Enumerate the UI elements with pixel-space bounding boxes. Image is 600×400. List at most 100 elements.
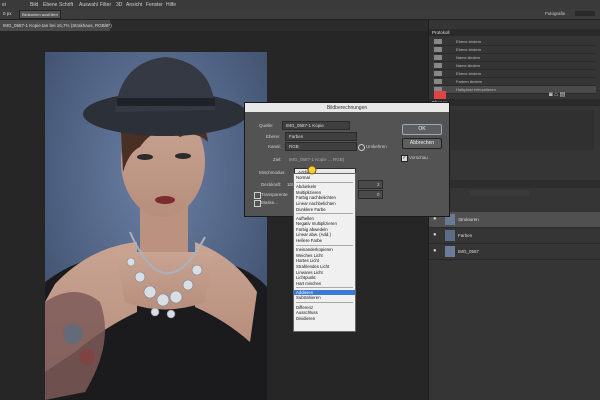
blend-mode-option[interactable]: Hartes Licht [294,258,355,263]
dialog-title: Bildberechnungen [326,105,368,111]
history-thumb [434,39,442,44]
channel-select[interactable]: RGB [285,142,357,151]
blend-mode-option[interactable]: Lineares Licht [294,270,355,275]
document-tab[interactable]: IMG_0587-1 Kopie.tan bei 16,7% (Strakhau… [0,20,112,31]
eye-icon[interactable]: ● [433,232,437,238]
cancel-button[interactable]: Abbrechen [402,138,442,149]
history-thumb [434,79,442,84]
menu-item[interactable]: ei [2,2,6,8]
blend-mode-option[interactable]: Differenz [294,305,355,310]
layer-filter-field[interactable] [469,190,529,196]
scale-field[interactable]: 2 [358,180,383,189]
fill-edges-button[interactable]: Bildkanten ausfüllen [19,10,61,19]
blend-mode-dropdown: Normal Abdunkeln Multiplizieren Farbig nach… [293,173,356,332]
menu-divider [296,181,353,183]
preview-label: Vorschau [409,155,428,160]
blend-mode-option[interactable]: Farbig abwedeln [294,227,355,232]
menu-item[interactable]: Schrift [59,2,73,8]
mask-label: Maske... [261,200,279,205]
blend-mode-option[interactable]: Negativ multiplizieren [294,221,355,226]
menu-divider [296,287,353,289]
invert-checkbox[interactable] [358,144,365,151]
blend-mode-option[interactable]: Aufhellen [294,216,355,221]
source-select[interactable]: IMG_0587-1 Kopie [282,121,350,130]
layers-empty-region [434,110,594,150]
menu-item[interactable]: Auswahl [79,2,98,8]
options-bar: 0 px Bildkanten ausfüllen Fotografie [0,9,600,20]
layer-select[interactable]: Farben [285,132,357,141]
blend-mode-option[interactable]: Hellere Farbe [294,238,355,243]
search-field[interactable] [575,11,595,16]
ok-button[interactable]: OK [402,124,442,135]
menu-item[interactable]: Ebene [43,2,57,8]
transparency-checkbox[interactable] [254,192,261,199]
transparency-label: Transparente [261,192,288,197]
history-item[interactable]: Ebene ändern [434,46,596,54]
invert-label: Umkehren [366,144,387,149]
camera-icon[interactable]: ◙ ⌂ ▤ [549,91,565,98]
menu-item[interactable]: Hilfe [166,2,176,8]
history-item[interactable]: Name ändern [434,54,596,62]
opacity-label: Deckkraft: [261,182,282,187]
layer-thumb [445,230,455,241]
menu-bar: ei Bild Ebene Schrift Auswahl Filter 3D … [0,0,600,9]
menu-divider [296,244,353,246]
portrait-photo [45,52,267,400]
blend-mode-option[interactable]: Dividieren [294,316,355,321]
menu-item[interactable]: Filter [100,2,111,8]
blend-mode-option[interactable]: Linear abw. (Add.) [294,232,355,237]
menu-item[interactable]: Fenster [146,2,163,8]
eye-icon[interactable]: ● [433,248,437,254]
history-item[interactable]: Name ändern [434,62,596,70]
blend-mode-option[interactable]: Strahlendes Licht [294,264,355,269]
layers-panel-header[interactable]: Ebenen [429,99,600,106]
history-thumb [434,47,442,52]
layers-toolbar [429,180,600,188]
layer-label: Ebene: [266,134,281,139]
cursor-icon [307,165,317,177]
source-label: Quelle: [259,123,274,128]
layer-row[interactable]: ● Farben [429,228,600,244]
menu-divider [296,302,353,303]
layer-thumb [445,246,455,257]
blend-mode-option[interactable]: Linear nachbelichten [294,201,355,206]
blend-mode-option[interactable]: Multiplizieren [294,190,355,195]
blend-mode-option[interactable]: Lichtpunkt [294,275,355,280]
layer-row[interactable]: ● IMG_0587 [429,244,600,260]
blend-mode-option[interactable]: Weiches Licht [294,253,355,258]
target-label: Ziel: [273,157,282,162]
channel-label: Kanal: [268,144,281,149]
right-panel: Protokoll Ebene ändern Ebene ändern Name… [428,20,600,400]
mask-checkbox[interactable] [254,200,261,207]
history-thumb [434,63,442,68]
blend-mode-option[interactable]: Ineinanderkopieren [294,247,355,252]
offset-field[interactable]: 0 [358,190,383,199]
option-value: 0 px [3,11,12,16]
layer-row[interactable]: ● Strukturen [429,212,600,228]
history-panel-header[interactable]: Protokoll [429,29,600,36]
blend-mode-label: Mischmodus: [259,170,286,175]
history-item-active[interactable]: Halbplast interpolieren [434,86,596,94]
history-item[interactable]: Ebene ändern [434,38,596,46]
blend-mode-option[interactable]: Normal [294,175,355,180]
blend-mode-option[interactable]: Farbig nachbelichten [294,195,355,200]
preview-checkbox[interactable]: ✓ [401,155,408,162]
history-item[interactable]: Ebene ändern [434,70,596,78]
history-thumb [434,71,442,76]
blend-mode-option[interactable]: Ausschluss [294,310,355,315]
close-icon[interactable] [434,91,446,99]
menu-divider [296,213,353,215]
menu-item[interactable]: 3D [116,2,122,8]
blend-mode-option[interactable]: Addieren [294,289,355,295]
history-item[interactable]: Farben ändern [434,78,596,86]
menu-item[interactable]: Ansicht [126,2,142,8]
blend-mode-option[interactable]: Dunklere Farbe [294,207,355,212]
blend-mode-option[interactable]: Hart mischen [294,281,355,286]
dialog-titlebar[interactable]: Bildberechnungen [245,103,449,112]
target-value: IMG_0587-1 Kopie ... RGB) [289,157,345,162]
blend-mode-option[interactable]: Subtrahieren [294,295,355,300]
workspace-label[interactable]: Fotografie [545,11,565,16]
blend-mode-option[interactable]: Abdunkeln [294,184,355,189]
menu-item[interactable]: Bild [30,2,38,8]
history-thumb [434,55,442,60]
